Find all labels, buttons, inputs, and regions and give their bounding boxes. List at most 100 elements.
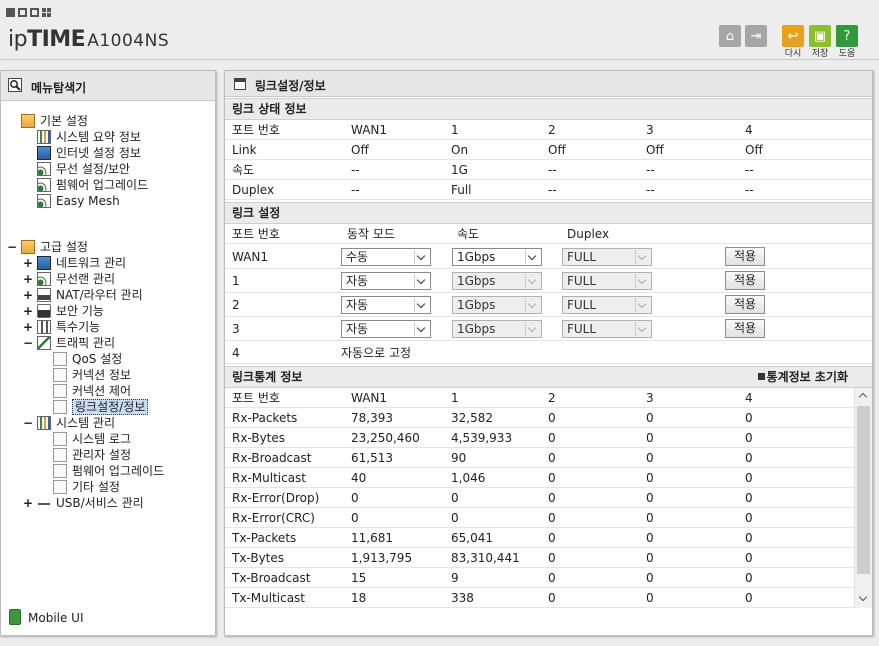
duplex-select[interactable]: FULL (562, 296, 652, 314)
mode-select[interactable]: 자동 (341, 272, 431, 290)
tree-system-item[interactable]: 기타 설정 (53, 479, 120, 495)
column-header: Duplex (567, 227, 610, 241)
home-button[interactable]: ⌂ (719, 25, 741, 47)
tree-usb-management[interactable]: + USB/서비스 관리 (23, 495, 144, 511)
duplex-select[interactable]: FULL (562, 320, 652, 338)
tree-basic-item[interactable]: 펌웨어 업그레이드 (37, 177, 148, 193)
tree-system-management[interactable]: − 시스템 관리 (23, 415, 115, 431)
expand-icon[interactable]: + (23, 255, 33, 271)
menu-item-icon (37, 194, 51, 208)
chevron-down-icon (525, 250, 540, 264)
stat-value: 0 (646, 491, 654, 505)
refresh-button[interactable]: ↩ (782, 25, 804, 47)
help-button[interactable]: ? (836, 25, 858, 47)
page-icon (53, 480, 67, 494)
tree-system-item-label: 관리자 설정 (72, 448, 132, 462)
mode-select[interactable]: 자동 (341, 320, 431, 338)
link-settings-header-row: 포트 번호 동작 모드 속도 Duplex (225, 224, 872, 244)
mode-value: 자동 (346, 298, 369, 312)
tree-advanced-item[interactable]: + 특수기능 (23, 319, 101, 335)
tree-basic-item[interactable]: 인터넷 설정 정보 (37, 145, 141, 161)
tree-advanced-item-label: 무선랜 관리 (56, 272, 116, 286)
stat-value: 0 (745, 551, 753, 565)
link-stats-header-row: 포트 번호 WAN1 1 2 3 4 (225, 388, 872, 408)
tree-traffic-item[interactable]: 커넥션 정보 (53, 367, 131, 383)
tree-basic-item-label: 인터넷 설정 정보 (56, 146, 141, 160)
duplex-select[interactable]: FULL (562, 248, 652, 266)
speed-select[interactable]: 1Gbps (452, 248, 542, 266)
expand-icon[interactable]: + (23, 319, 33, 335)
menu-item-icon (37, 256, 51, 270)
fixed-mode-text: 자동으로 고정 (341, 346, 412, 360)
tree-system-item[interactable]: 펌웨어 업그레이드 (53, 463, 164, 479)
tree-advanced-item-label: 네트워크 관리 (56, 256, 127, 270)
column-header: 4 (745, 391, 753, 405)
mobile-ui-link[interactable]: Mobile UI (9, 609, 84, 625)
tree-basic-item[interactable]: Easy Mesh (37, 193, 120, 209)
column-header: 포트 번호 (232, 227, 280, 241)
column-header: 3 (646, 123, 654, 137)
tree-advanced-item[interactable]: + 네트워크 관리 (23, 255, 127, 271)
tree-traffic-item[interactable]: QoS 설정 (53, 351, 122, 367)
tree-advanced-item-label: 특수기능 (56, 320, 101, 334)
scroll-thumb[interactable] (857, 406, 870, 574)
stats-scrollbar[interactable] (854, 388, 872, 608)
collapse-icon[interactable]: − (23, 415, 33, 431)
mobile-phone-icon (9, 609, 21, 625)
stat-value: 0 (745, 511, 753, 525)
row-label: Tx-Packets (232, 531, 297, 545)
collapse-icon[interactable]: − (7, 239, 17, 255)
tree-advanced-item[interactable]: + NAT/라우터 관리 (23, 287, 143, 303)
mode-value: 자동 (346, 322, 369, 336)
status-value: Off (351, 143, 369, 157)
tree-basic-item[interactable]: 시스템 요약 정보 (37, 129, 141, 145)
mode-value: 자동 (346, 274, 369, 288)
apply-button[interactable]: 적용 (725, 295, 765, 314)
column-header: 1 (451, 391, 459, 405)
stat-value: 65,041 (451, 531, 493, 545)
tree-basic-item[interactable]: 무선 설정/보안 (37, 161, 130, 177)
scroll-down-icon[interactable] (855, 591, 872, 607)
reset-stats-link[interactable]: 통계정보 초기화 (757, 367, 848, 387)
folder-icon (21, 114, 35, 128)
speed-select[interactable]: 1Gbps (452, 272, 542, 290)
window-square-icon (6, 8, 15, 17)
apply-button[interactable]: 적용 (725, 319, 765, 338)
folder-icon (21, 240, 35, 254)
expand-icon[interactable]: + (23, 271, 33, 287)
status-value: Off (646, 143, 664, 157)
duplex-value: FULL (567, 322, 597, 336)
speed-select[interactable]: 1Gbps (452, 320, 542, 338)
tree-system-item[interactable]: 시스템 로그 (53, 431, 131, 447)
chevron-down-icon (635, 298, 650, 312)
duplex-select[interactable]: FULL (562, 272, 652, 290)
tree-traffic-item[interactable]: 링크설정/정보 (53, 399, 149, 415)
save-button[interactable]: ▣ (809, 25, 831, 47)
stat-value: 0 (646, 591, 654, 605)
tree-system-item[interactable]: 관리자 설정 (53, 447, 131, 463)
refresh-label: 다시 (784, 49, 802, 59)
expand-icon[interactable]: + (23, 495, 33, 511)
expand-icon[interactable]: + (23, 287, 33, 303)
expand-icon[interactable]: + (23, 303, 33, 319)
scroll-up-icon[interactable] (855, 388, 872, 404)
tree-basic-settings[interactable]: 기본 설정 (21, 113, 88, 129)
mode-select[interactable]: 수동 (341, 248, 431, 266)
tree-traffic-item[interactable]: 커넥션 제어 (53, 383, 131, 399)
collapse-icon[interactable]: − (23, 335, 33, 351)
logout-button[interactable]: ⇥ (745, 25, 767, 47)
mode-select[interactable]: 자동 (341, 296, 431, 314)
tree-advanced-item[interactable]: − 트래픽 관리 (23, 335, 115, 351)
tree-advanced-settings[interactable]: − 고급 설정 (7, 239, 88, 255)
chevron-down-icon (414, 250, 429, 264)
link-settings-row: 3 자동 1Gbps FULL 적용 (225, 317, 872, 341)
tree-advanced-item[interactable]: + 보안 기능 (23, 303, 104, 319)
apply-button[interactable]: 적용 (725, 271, 765, 290)
speed-select[interactable]: 1Gbps (452, 296, 542, 314)
apply-button[interactable]: 적용 (725, 247, 765, 266)
reset-stats-label: 통계정보 초기화 (766, 370, 848, 384)
help-label: 도움 (838, 49, 856, 59)
chevron-down-icon (414, 274, 429, 288)
row-label: Tx-Multicast (232, 591, 306, 605)
tree-advanced-item[interactable]: + 무선랜 관리 (23, 271, 116, 287)
